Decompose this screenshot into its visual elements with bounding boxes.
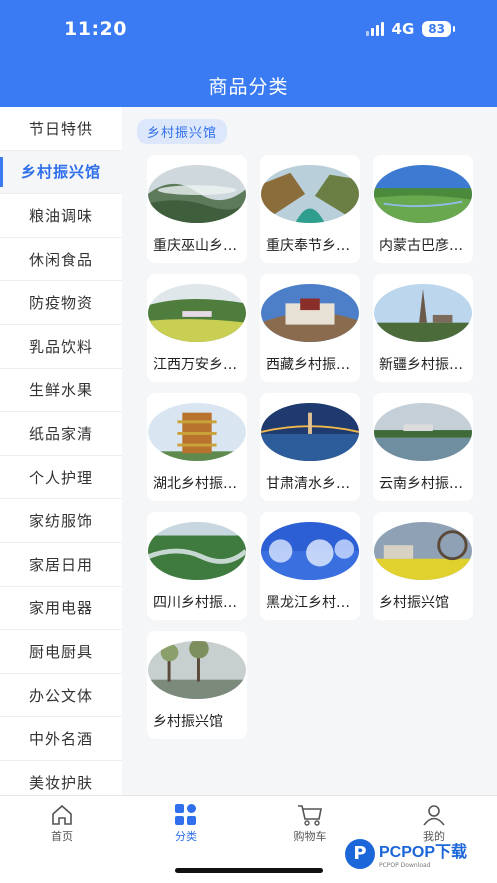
sidebar-item[interactable]: 休闲食品 [0, 237, 122, 282]
product-card[interactable]: 乡村振兴馆 [373, 512, 473, 620]
product-card[interactable]: 甘肃清水乡村振兴馆 [260, 393, 360, 501]
sidebar-item-label: 家用电器 [28, 599, 93, 618]
product-title: 新疆乡村振兴馆 [379, 357, 469, 373]
product-card[interactable]: 重庆巫山乡村振兴馆 [147, 155, 247, 263]
product-title: 云南乡村振兴馆 [379, 476, 469, 492]
sidebar-item-label: 节日特供 [28, 119, 93, 138]
product-card[interactable]: 乡村振兴馆 [147, 631, 247, 739]
sidebar-item-label: 美妆护肤 [28, 773, 93, 792]
product-thumbnail [374, 284, 472, 342]
product-thumbnail [148, 284, 246, 342]
network-label: 4G [391, 20, 415, 38]
product-title: 乡村振兴馆 [379, 595, 449, 611]
sidebar-item[interactable]: 节日特供 [0, 107, 122, 151]
product-title: 江西万安乡村振兴馆 [153, 357, 243, 373]
product-card[interactable]: 西藏乡村振兴馆 [260, 274, 360, 382]
tab-cart[interactable]: 购物车 [270, 802, 350, 844]
product-title: 湖北乡村振兴馆 [153, 476, 243, 492]
product-title: 甘肃清水乡村振兴馆 [266, 476, 356, 492]
sidebar-item[interactable]: 防疫物资 [0, 281, 122, 325]
status-bar: 11:20 4G 83 [0, 0, 497, 60]
tab-label: 首页 [51, 830, 73, 843]
watermark-brand: PCPOP下载 [379, 844, 468, 861]
sidebar-item-label: 中外名酒 [28, 730, 93, 749]
product-thumbnail [374, 165, 472, 223]
tab-category[interactable]: 分类 [146, 802, 226, 844]
product-card[interactable]: 黑龙江乡村振兴馆 [260, 512, 360, 620]
cart-icon [270, 802, 350, 828]
product-card[interactable]: 云南乡村振兴馆 [373, 393, 473, 501]
product-card[interactable]: 四川乡村振兴馆 [147, 512, 247, 620]
sidebar-item-label: 乳品饮料 [28, 337, 93, 356]
app-root: 11:20 4G 83 商品分类 节日特供 乡村振兴馆 粮油调味 休闲食品 防疫物资 乳品… [0, 0, 497, 883]
product-title: 内蒙古巴彦淖尔乡村振兴馆 [379, 238, 469, 254]
watermark-sub: PCPOP Download [379, 862, 431, 869]
tab-label: 购物车 [293, 830, 327, 843]
header: 11:20 4G 83 商品分类 [0, 0, 497, 107]
sidebar-item-label: 家居日用 [28, 555, 93, 574]
sidebar-item-label: 家纺服饰 [28, 512, 93, 531]
sidebar-item-label: 休闲食品 [28, 250, 93, 269]
product-thumbnail [148, 522, 246, 580]
product-card[interactable]: 江西万安乡村振兴馆 [147, 274, 247, 382]
product-title: 重庆奉节乡村振兴馆 [266, 238, 356, 254]
sidebar-item[interactable]: 乳品饮料 [0, 324, 122, 369]
sidebar-item-label: 乡村振兴馆 [20, 163, 101, 182]
product-thumbnail [374, 403, 472, 461]
sidebar-item[interactable]: 办公文体 [0, 673, 122, 718]
sidebar-item[interactable]: 粮油调味 [0, 194, 122, 238]
product-title: 黑龙江乡村振兴馆 [266, 595, 356, 611]
signal-icon [365, 22, 384, 36]
sidebar-item[interactable]: 美妆护肤 [0, 760, 122, 795]
sidebar-item-label: 防疫物资 [28, 294, 93, 313]
tab-home[interactable]: 首页 [22, 802, 102, 844]
battery-tip [453, 26, 455, 32]
status-right: 4G 83 [365, 20, 455, 38]
product-card[interactable]: 湖北乡村振兴馆 [147, 393, 247, 501]
product-thumbnail [148, 165, 246, 223]
product-title: 四川乡村振兴馆 [153, 595, 243, 611]
product-thumbnail [148, 403, 246, 461]
watermark: P PCPOP下载 PCPOP Download [345, 838, 467, 869]
sidebar-item-label: 办公文体 [28, 686, 93, 705]
sidebar-item[interactable]: 家纺服饰 [0, 499, 122, 543]
sidebar-item[interactable]: 乡村振兴馆 [0, 150, 122, 195]
status-time: 11:20 [64, 18, 127, 40]
product-card[interactable]: 新疆乡村振兴馆 [373, 274, 473, 382]
sidebar-item-label: 纸品家清 [28, 424, 93, 443]
product-title: 乡村振兴馆 [153, 714, 223, 730]
sidebar-item-label: 个人护理 [28, 468, 93, 487]
sidebar-item[interactable]: 个人护理 [0, 455, 122, 500]
product-thumbnail [148, 641, 246, 699]
watermark-logo-icon: P [345, 838, 375, 869]
sidebar-item[interactable]: 中外名酒 [0, 717, 122, 761]
sidebar-item-label: 厨电厨具 [28, 642, 93, 661]
tab-label: 分类 [175, 830, 197, 843]
sidebar-item[interactable]: 家用电器 [0, 586, 122, 631]
sidebar-item-label: 生鲜水果 [28, 381, 93, 400]
page-title: 商品分类 [208, 76, 289, 98]
sidebar-item[interactable]: 纸品家清 [0, 412, 122, 456]
product-title: 西藏乡村振兴馆 [266, 357, 356, 373]
category-sidebar: 节日特供乡村振兴馆粮油调味休闲食品防疫物资乳品饮料生鲜水果纸品家清个人护理家纺服… [0, 107, 122, 795]
sidebar-item[interactable]: 家居日用 [0, 542, 122, 587]
category-icon [146, 802, 226, 828]
sidebar-item[interactable]: 厨电厨具 [0, 630, 122, 674]
product-card[interactable]: 重庆奉节乡村振兴馆 [260, 155, 360, 263]
battery-icon: 83 [422, 21, 451, 37]
product-thumbnail [261, 284, 359, 342]
product-thumbnail [261, 522, 359, 580]
category-content: 乡村振兴馆 重庆巫山乡村振兴馆 重庆奉节乡村振兴馆 内蒙古巴彦淖尔乡村振兴馆江西万安… [122, 107, 497, 795]
sidebar-item[interactable]: 生鲜水果 [0, 368, 122, 413]
user-icon [394, 802, 474, 828]
sidebar-item-label: 粮油调味 [28, 206, 93, 225]
product-thumbnail [261, 403, 359, 461]
product-title: 重庆巫山乡村振兴馆 [153, 238, 243, 254]
product-thumbnail [374, 522, 472, 580]
category-tag: 乡村振兴馆 [137, 119, 228, 144]
home-indicator [175, 868, 323, 873]
home-icon [22, 802, 102, 828]
product-card[interactable]: 内蒙古巴彦淖尔乡村振兴馆 [373, 155, 473, 263]
product-thumbnail [261, 165, 359, 223]
